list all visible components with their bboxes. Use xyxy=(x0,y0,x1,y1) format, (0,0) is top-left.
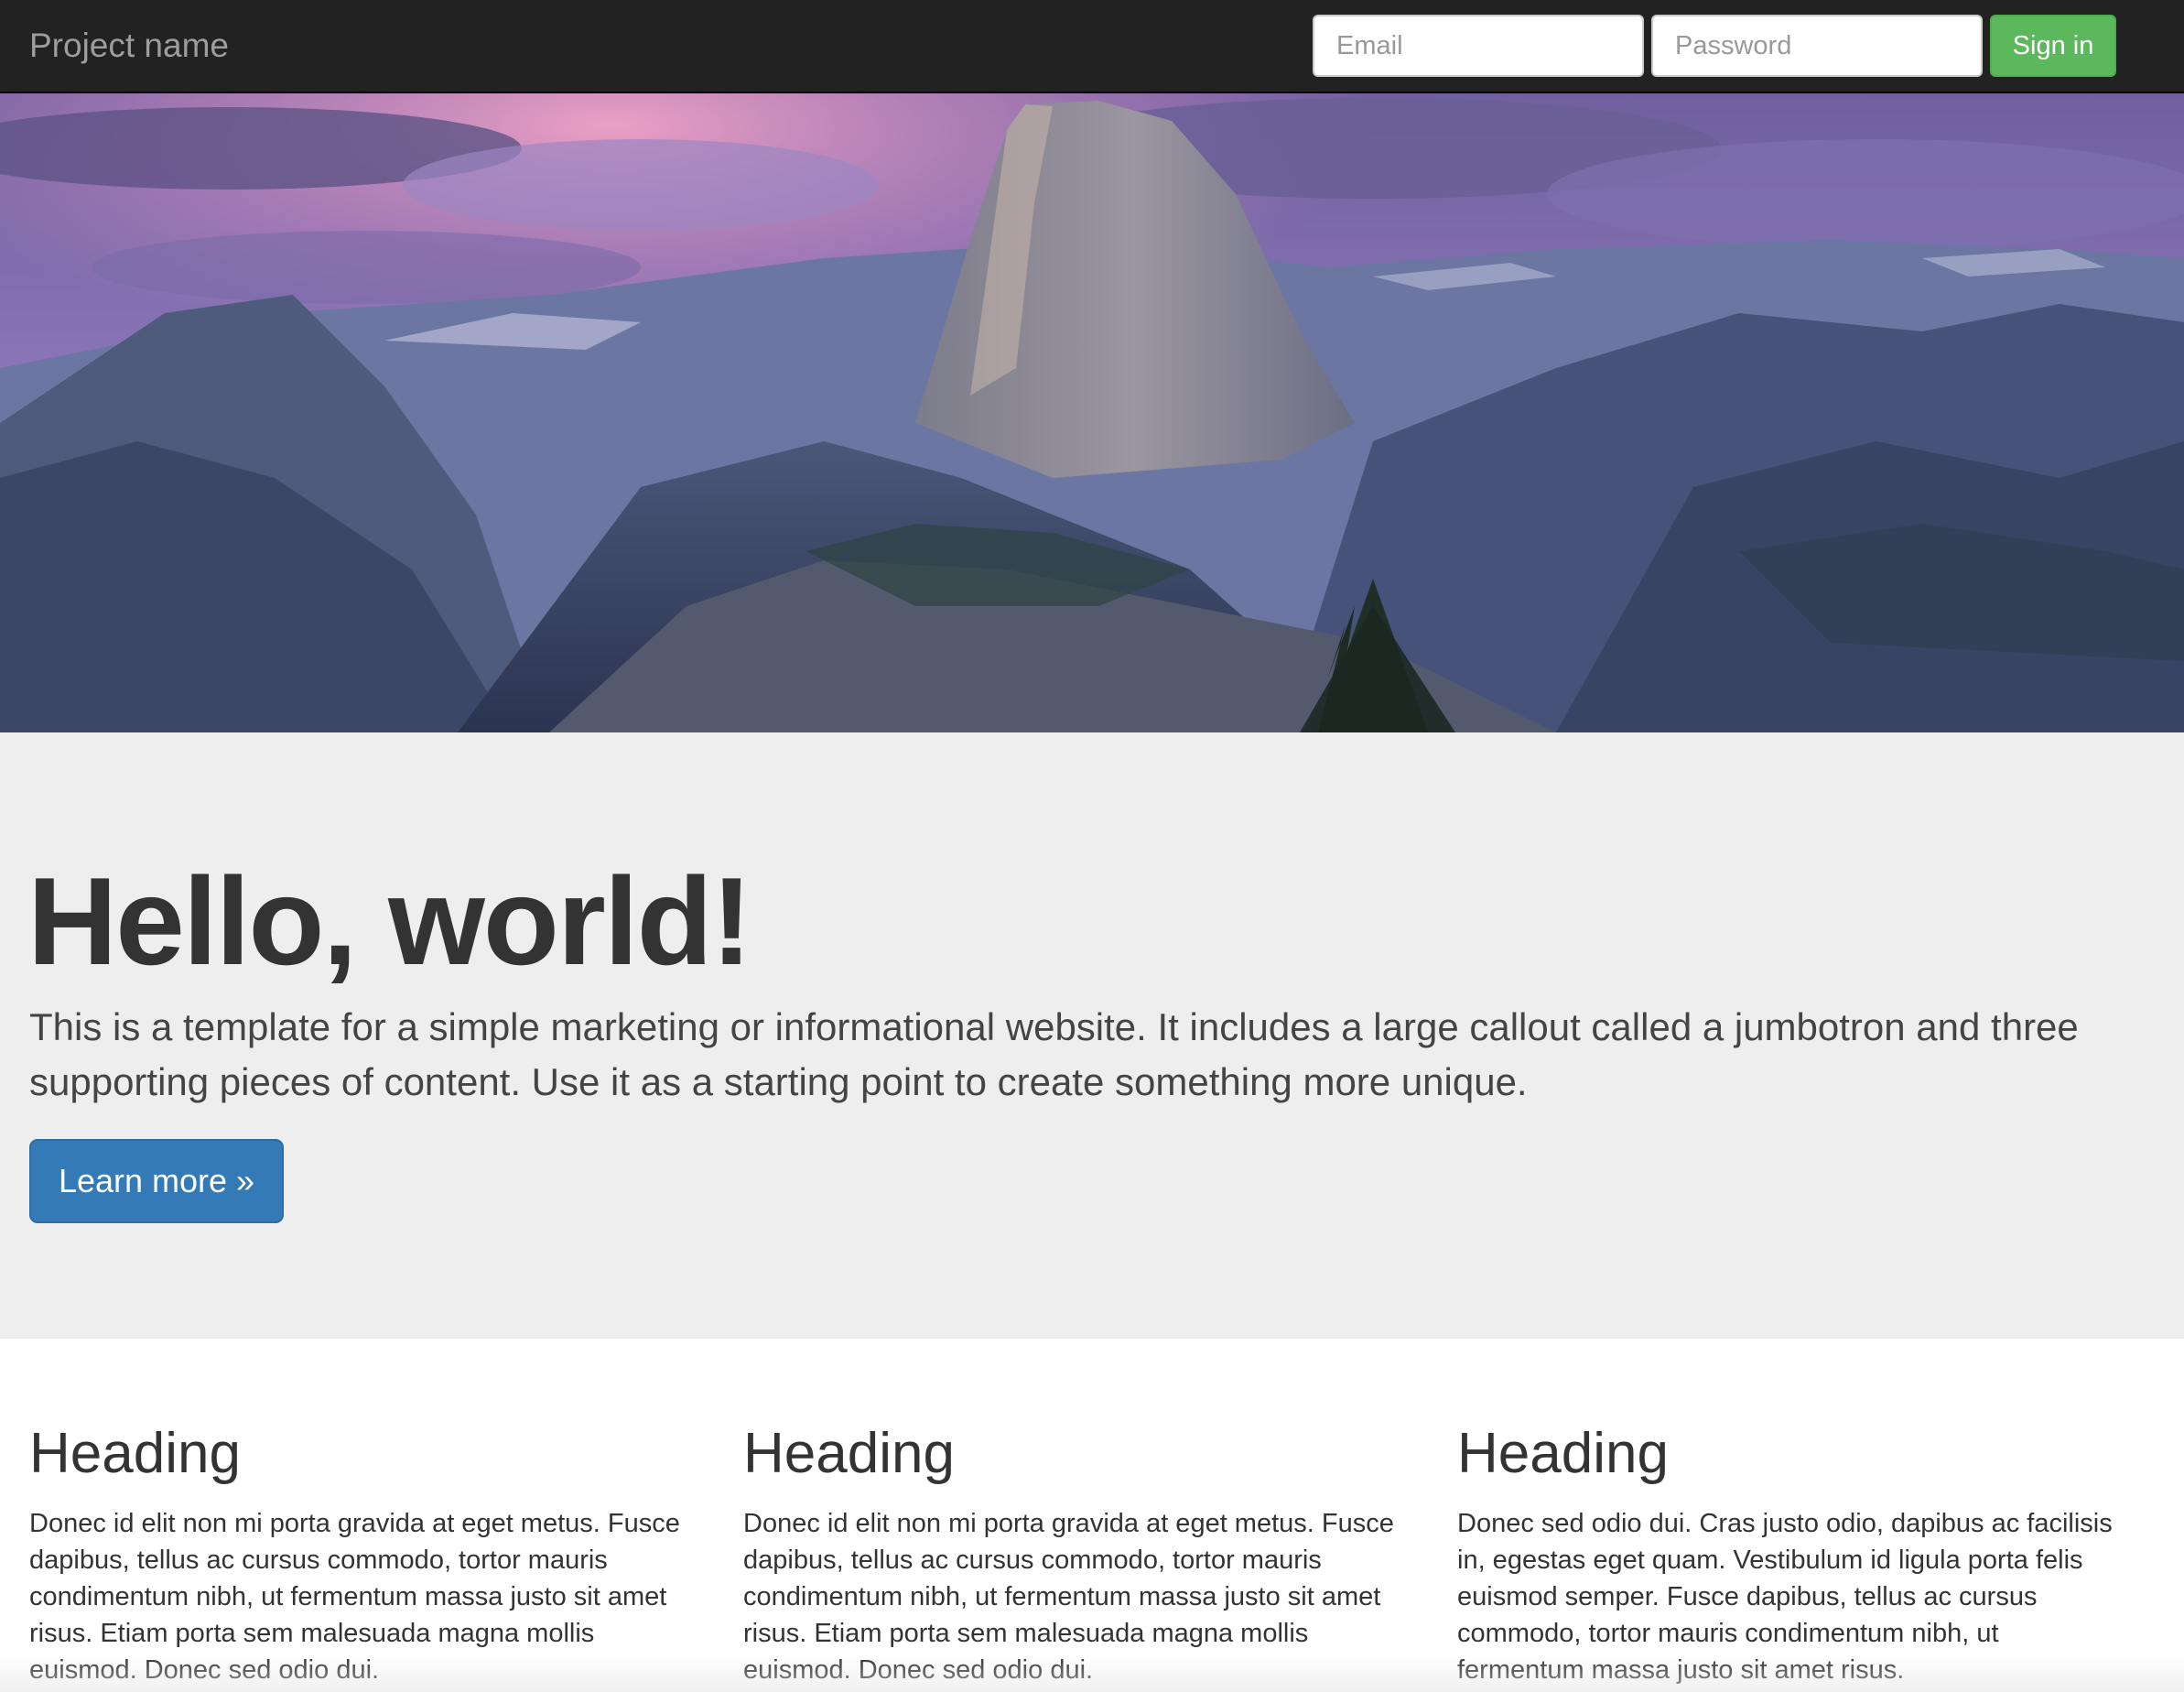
column-text: Donec id elit non mi porta gravida at eg… xyxy=(743,1509,1394,1685)
column-heading: Heading xyxy=(29,1422,241,1485)
learn-more-button[interactable]: Learn more » xyxy=(29,1139,284,1223)
jumbotron-title: Hello, world! xyxy=(27,851,752,991)
signin-button[interactable]: Sign in xyxy=(1990,15,2116,77)
jumbotron-text: This is a template for a simple marketin… xyxy=(29,1005,2079,1103)
jumbotron: Hello, world! This is a template for a s… xyxy=(0,732,2184,1339)
column-text: Donec sed odio dui. Cras justo odio, dap… xyxy=(1457,1509,2113,1685)
hero-landscape-image xyxy=(0,93,2184,732)
column-heading: Heading xyxy=(1457,1422,1669,1485)
column-heading: Heading xyxy=(743,1422,955,1485)
brand-link[interactable]: Project name xyxy=(29,0,229,92)
email-input[interactable] xyxy=(1313,15,1644,77)
column-text: Donec id elit non mi porta gravida at eg… xyxy=(29,1509,680,1685)
navbar: Project name Sign in xyxy=(0,0,2184,93)
password-input[interactable] xyxy=(1651,15,1983,77)
content-columns: Heading Donec id elit non mi porta gravi… xyxy=(0,1339,2184,1692)
